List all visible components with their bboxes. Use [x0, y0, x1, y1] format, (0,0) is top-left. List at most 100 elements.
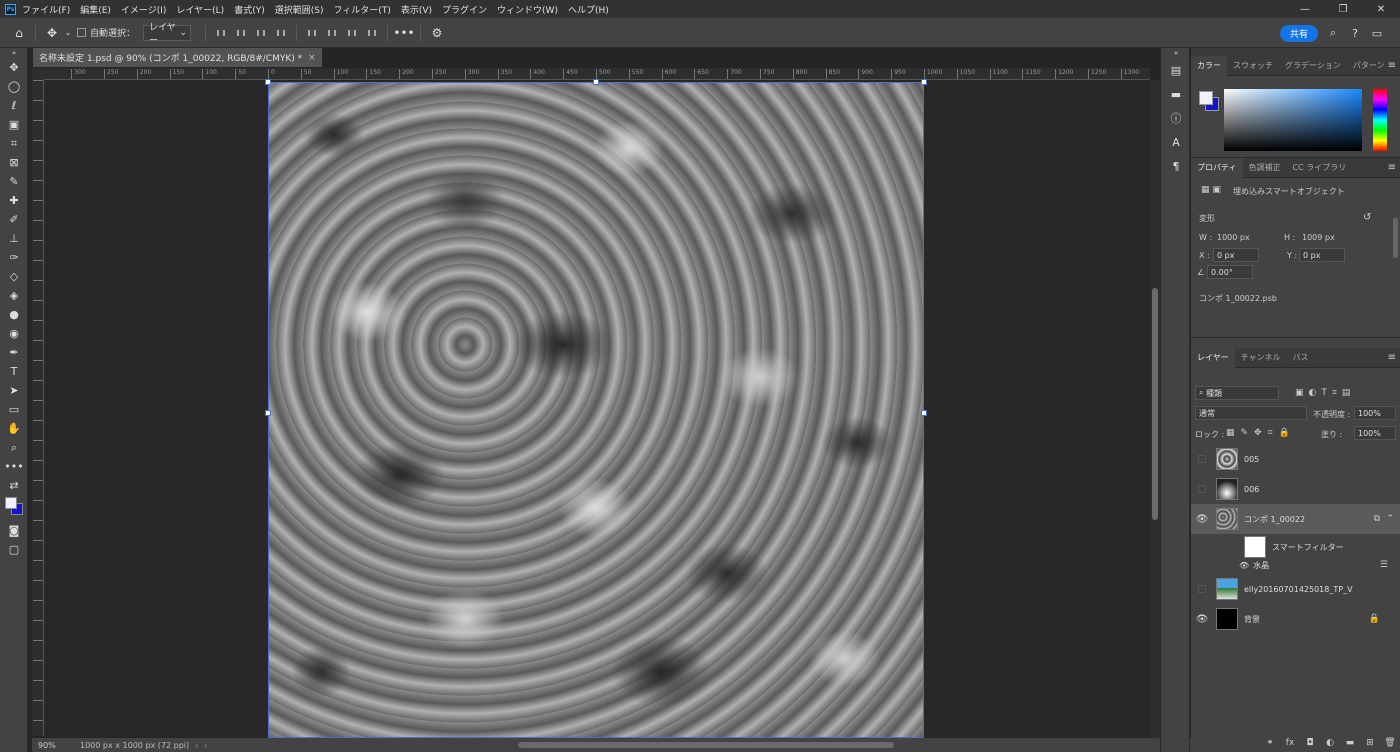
color-picker-field[interactable]: [1224, 89, 1362, 151]
document-size[interactable]: 1000 px x 1000 px (72 ppi): [80, 741, 189, 750]
distribute-horizontal-icon[interactable]: [364, 25, 380, 41]
hand-tool-icon[interactable]: ✋: [0, 419, 28, 438]
path-select-tool-icon[interactable]: ➤: [0, 381, 28, 400]
screen-mode-icon[interactable]: ▢: [0, 540, 28, 559]
properties-scrollbar[interactable]: [1393, 218, 1398, 258]
eye-icon[interactable]: 👁: [1191, 514, 1213, 525]
swap-colors-icon[interactable]: ⇄: [0, 476, 28, 495]
auto-select-target-dropdown[interactable]: レイヤー ⌄: [143, 23, 192, 46]
brush-tool-icon[interactable]: ✐: [0, 210, 28, 229]
hue-slider[interactable]: [1373, 89, 1387, 151]
help-icon[interactable]: ?: [1348, 26, 1362, 40]
eye-icon[interactable]: 👁: [1239, 561, 1249, 570]
chevron-up-icon[interactable]: ⌃: [1386, 514, 1394, 524]
document-tab[interactable]: 名称未設定 1.psd @ 90% (コンポ 1_00022, RGB/8#/C…: [33, 48, 322, 67]
history-panel-icon[interactable]: ▤: [1161, 58, 1191, 82]
chevron-down-icon[interactable]: ⌄: [63, 22, 73, 44]
menu-window[interactable]: ウィンドウ(W): [497, 3, 558, 16]
tab-swatches[interactable]: スウォッチ: [1227, 56, 1279, 76]
character-panel-icon[interactable]: A: [1161, 130, 1191, 154]
height-value[interactable]: 1009 px: [1302, 233, 1335, 242]
edit-toolbar-icon[interactable]: •••: [0, 457, 28, 476]
gear-icon[interactable]: ⚙: [426, 22, 448, 44]
quick-mask-icon[interactable]: ◙: [0, 521, 28, 540]
distribute-icon[interactable]: [344, 25, 360, 41]
menu-edit[interactable]: 編集(E): [80, 3, 111, 16]
comments-panel-icon[interactable]: ▬: [1161, 82, 1191, 106]
dodge-tool-icon[interactable]: ◉: [0, 324, 28, 343]
paint-bucket-tool-icon[interactable]: ◈: [0, 286, 28, 305]
status-menu-icon[interactable]: ›: [195, 741, 198, 750]
move-tool-icon[interactable]: ✥: [0, 58, 28, 77]
close-icon[interactable]: ×: [308, 53, 316, 63]
filter-options-icon[interactable]: ☰: [1380, 560, 1388, 570]
transform-handle[interactable]: [593, 79, 599, 85]
lock-icons[interactable]: ▦✎✥⌗🔒: [1226, 428, 1296, 438]
panel-menu-icon[interactable]: ≡: [1388, 162, 1396, 173]
eraser-tool-icon[interactable]: ◇: [0, 267, 28, 286]
checkbox-box[interactable]: [77, 28, 86, 37]
eyedropper-tool-icon[interactable]: ✎: [0, 172, 28, 191]
align-left-icon[interactable]: [213, 25, 229, 41]
marquee-tool-icon[interactable]: ◯: [0, 77, 28, 96]
healing-brush-tool-icon[interactable]: ✚: [0, 191, 28, 210]
foreground-color-swatch[interactable]: [5, 497, 17, 509]
scroll-left-icon[interactable]: ‹: [204, 741, 207, 750]
menu-plugins[interactable]: プラグイン: [442, 3, 487, 16]
clone-stamp-tool-icon[interactable]: ⊥: [0, 229, 28, 248]
ruler-corner[interactable]: [32, 68, 44, 80]
type-tool-icon[interactable]: T: [0, 362, 28, 381]
vertical-ruler[interactable]: [32, 80, 44, 736]
scrollbar-thumb[interactable]: [1152, 288, 1158, 520]
visibility-toggle[interactable]: [1191, 585, 1213, 593]
align-vcenter-icon[interactable]: [304, 25, 320, 41]
search-icon[interactable]: ⌕: [1326, 26, 1340, 40]
history-brush-tool-icon[interactable]: ✑: [0, 248, 28, 267]
new-group-icon[interactable]: ▬: [1340, 738, 1360, 748]
filter-row[interactable]: 👁 水晶 ☰: [1191, 556, 1400, 574]
align-hcenter-icon[interactable]: [233, 25, 249, 41]
panel-menu-icon[interactable]: ≡: [1388, 352, 1396, 363]
menu-layer[interactable]: レイヤー(L): [176, 3, 224, 16]
layer-row[interactable]: 👁 コンポ 1_00022 ⧉ ⌃: [1191, 504, 1400, 534]
eye-icon[interactable]: 👁: [1191, 614, 1213, 625]
foreground-color-swatch[interactable]: [1199, 91, 1213, 105]
tab-adjustments[interactable]: 色調補正: [1243, 158, 1287, 178]
layer-row[interactable]: 👁 背景 🔒: [1191, 604, 1400, 634]
more-options-icon[interactable]: •••: [393, 22, 415, 44]
menu-view[interactable]: 表示(V): [401, 3, 432, 16]
blend-mode-dropdown[interactable]: 通常: [1195, 406, 1307, 420]
align-bottom-icon[interactable]: [324, 25, 340, 41]
tab-patterns[interactable]: パターン: [1347, 56, 1391, 76]
menu-filter[interactable]: フィルター(T): [333, 3, 390, 16]
width-value[interactable]: 1000 px: [1217, 233, 1250, 242]
move-tool-icon[interactable]: ✥: [41, 22, 63, 44]
tab-paths[interactable]: パス: [1287, 348, 1315, 368]
tab-gradients[interactable]: グラデーション: [1279, 56, 1347, 76]
add-mask-icon[interactable]: ◘: [1300, 738, 1320, 748]
frame-tool-icon[interactable]: ⊠: [0, 153, 28, 172]
align-right-icon[interactable]: [253, 25, 269, 41]
y-input[interactable]: 0 px: [1299, 248, 1345, 262]
trash-icon[interactable]: 🗑: [1380, 738, 1400, 748]
layer-filter-dropdown[interactable]: ⌕ 種類: [1195, 386, 1279, 400]
close-icon[interactable]: ✕: [1362, 0, 1400, 18]
visibility-toggle[interactable]: [1191, 485, 1213, 493]
opacity-input[interactable]: 100%: [1354, 406, 1396, 420]
reset-icon[interactable]: ↺: [1363, 212, 1371, 223]
tab-channels[interactable]: チャンネル: [1235, 348, 1287, 368]
pen-tool-icon[interactable]: ✒: [0, 343, 28, 362]
menu-file[interactable]: ファイル(F): [22, 3, 70, 16]
rectangle-tool-icon[interactable]: ▭: [0, 400, 28, 419]
adjustment-layer-icon[interactable]: ◐: [1320, 738, 1340, 748]
new-layer-icon[interactable]: ⊞: [1360, 738, 1380, 748]
tab-layers[interactable]: レイヤー: [1191, 347, 1235, 368]
align-top-icon[interactable]: [273, 25, 289, 41]
collapse-icon[interactable]: »: [0, 48, 28, 58]
blur-tool-icon[interactable]: ●: [0, 305, 28, 324]
transform-handle[interactable]: [921, 410, 927, 416]
angle-input[interactable]: 0.00°: [1207, 265, 1253, 279]
menu-select[interactable]: 選択範囲(S): [275, 3, 324, 16]
layer-row[interactable]: 005: [1191, 444, 1385, 474]
layer-filter-icons[interactable]: ▣◐T⌗▤: [1295, 388, 1355, 398]
